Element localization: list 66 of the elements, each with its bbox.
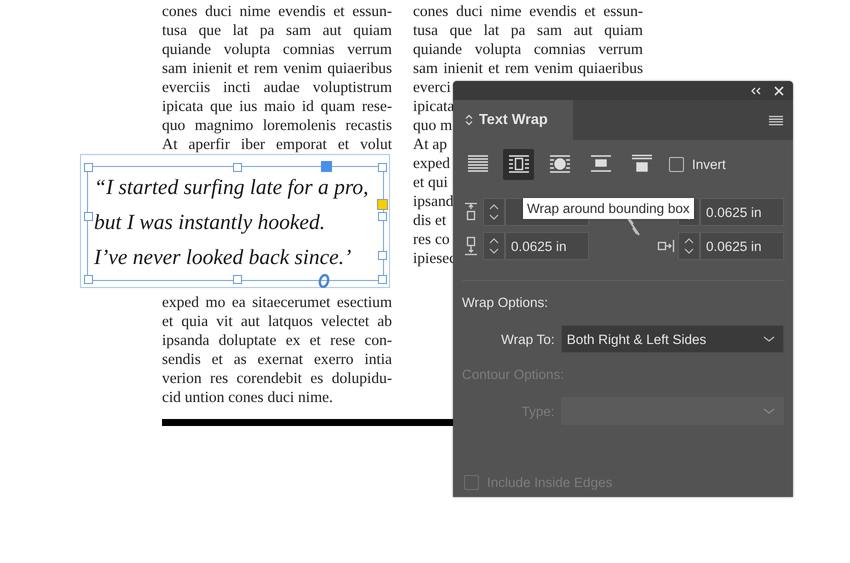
- frame-handle[interactable]: [378, 275, 387, 284]
- offset-field[interactable]: 0.0625 in: [700, 232, 784, 260]
- chevron-down-icon: [763, 335, 775, 343]
- body-text-line: quiande volupta comnias verrum: [413, 40, 643, 59]
- offset-field[interactable]: 0.0625 in: [505, 232, 589, 260]
- body-text-line: dis et: [413, 211, 446, 230]
- body-text-line: ipsand: [413, 192, 454, 211]
- body-text-line: everci: [413, 78, 451, 97]
- top-offset-icon: [462, 202, 480, 222]
- body-text-line: exped: [413, 154, 450, 173]
- body-text-line: tusa que lat pa sam aut quiam: [413, 21, 643, 40]
- frame-handle[interactable]: [233, 163, 242, 172]
- frame-handle[interactable]: [378, 212, 387, 221]
- invert-label: Invert: [692, 156, 726, 172]
- body-text-line: ipicata que ius maio id quam rese-: [162, 97, 392, 116]
- section-label: Wrap Options:: [462, 295, 550, 311]
- body-text-line: cones duci nime evendis et essun-: [413, 2, 643, 21]
- body-text-line: quo magnimo loremolenis recastis: [162, 116, 392, 135]
- pull-quote-line: but I was instantly hooked.: [94, 209, 326, 236]
- wrap-to-label: Wrap To:: [500, 332, 555, 346]
- chevron-down-icon: [763, 407, 775, 415]
- frame-handle[interactable]: [378, 251, 387, 260]
- panel-title: Text Wrap: [479, 112, 548, 128]
- body-text-line: tusa que lat pa sam aut quiam: [162, 21, 392, 40]
- frame-handle[interactable]: [233, 275, 242, 284]
- body-text-line: verion res corendebit es dolupidu-: [162, 369, 392, 388]
- body-text-line: sam inienit et rem venim quiaeribus: [162, 59, 392, 78]
- frame-handle[interactable]: [84, 212, 93, 221]
- wrap-none-icon: [466, 154, 490, 174]
- wrap-bounding-icon: [506, 154, 530, 174]
- menu-icon[interactable]: [769, 114, 783, 126]
- frame-handle[interactable]: [378, 163, 387, 172]
- body-text-line: et qui: [413, 173, 448, 192]
- body-text-line: At aperfir iber emporat et volut: [162, 135, 392, 154]
- body-text-line: sam inienit et rem venim quiaeribus: [413, 59, 643, 78]
- sort-arrows-icon: [465, 114, 473, 126]
- invert-checkbox[interactable]: [669, 156, 684, 172]
- wrap-to-dropdown[interactable]: Both Right & Left Sides: [560, 325, 784, 353]
- collapse-icon[interactable]: [750, 86, 762, 94]
- body-text-line: ipiesec: [413, 249, 456, 268]
- body-text-line: quo m: [413, 116, 452, 135]
- body-text-line: At ap: [413, 135, 448, 154]
- frame-handle[interactable]: [84, 275, 93, 284]
- pull-quote-line: “I started surfing late for a pro,: [94, 174, 370, 201]
- pull-quote-line: I’ve never looked back since.’: [94, 244, 352, 271]
- wrap-mode-button[interactable]: [503, 148, 534, 180]
- body-text-line: exped mo ea sitaecerumet esectium: [162, 293, 392, 312]
- body-text-line: cid untion cones duci nime.: [162, 388, 334, 407]
- close-icon[interactable]: [774, 86, 784, 96]
- wrap-jump-icon: [588, 154, 612, 174]
- wrap-next-icon: [630, 154, 654, 174]
- body-text-line: ipicata: [413, 97, 454, 116]
- frame-handle[interactable]: [84, 163, 93, 172]
- bottom-offset-icon: [462, 236, 480, 256]
- offset-field[interactable]: 0.0625 in: [700, 198, 784, 226]
- body-text-line: sendis et as exernat exerro intia: [162, 350, 392, 369]
- body-text-line: et quia vit aut latquos velectet ab: [162, 312, 392, 331]
- body-text-line: ipsanda doluptate ex et rese con-: [162, 331, 392, 350]
- body-text-line: everciis incti audae voluptistrum: [162, 78, 392, 97]
- out-port-icon[interactable]: [318, 274, 330, 288]
- body-text-line: res co: [413, 230, 450, 249]
- body-text-line: cones duci nime evendis et essun-: [162, 2, 392, 21]
- wrap-shape-icon: [548, 154, 572, 174]
- panel-tab[interactable]: Text Wrap: [453, 100, 573, 140]
- tooltip: Wrap around bounding box: [523, 198, 694, 219]
- body-text-line: quiande volupta comnias verrum: [162, 40, 392, 59]
